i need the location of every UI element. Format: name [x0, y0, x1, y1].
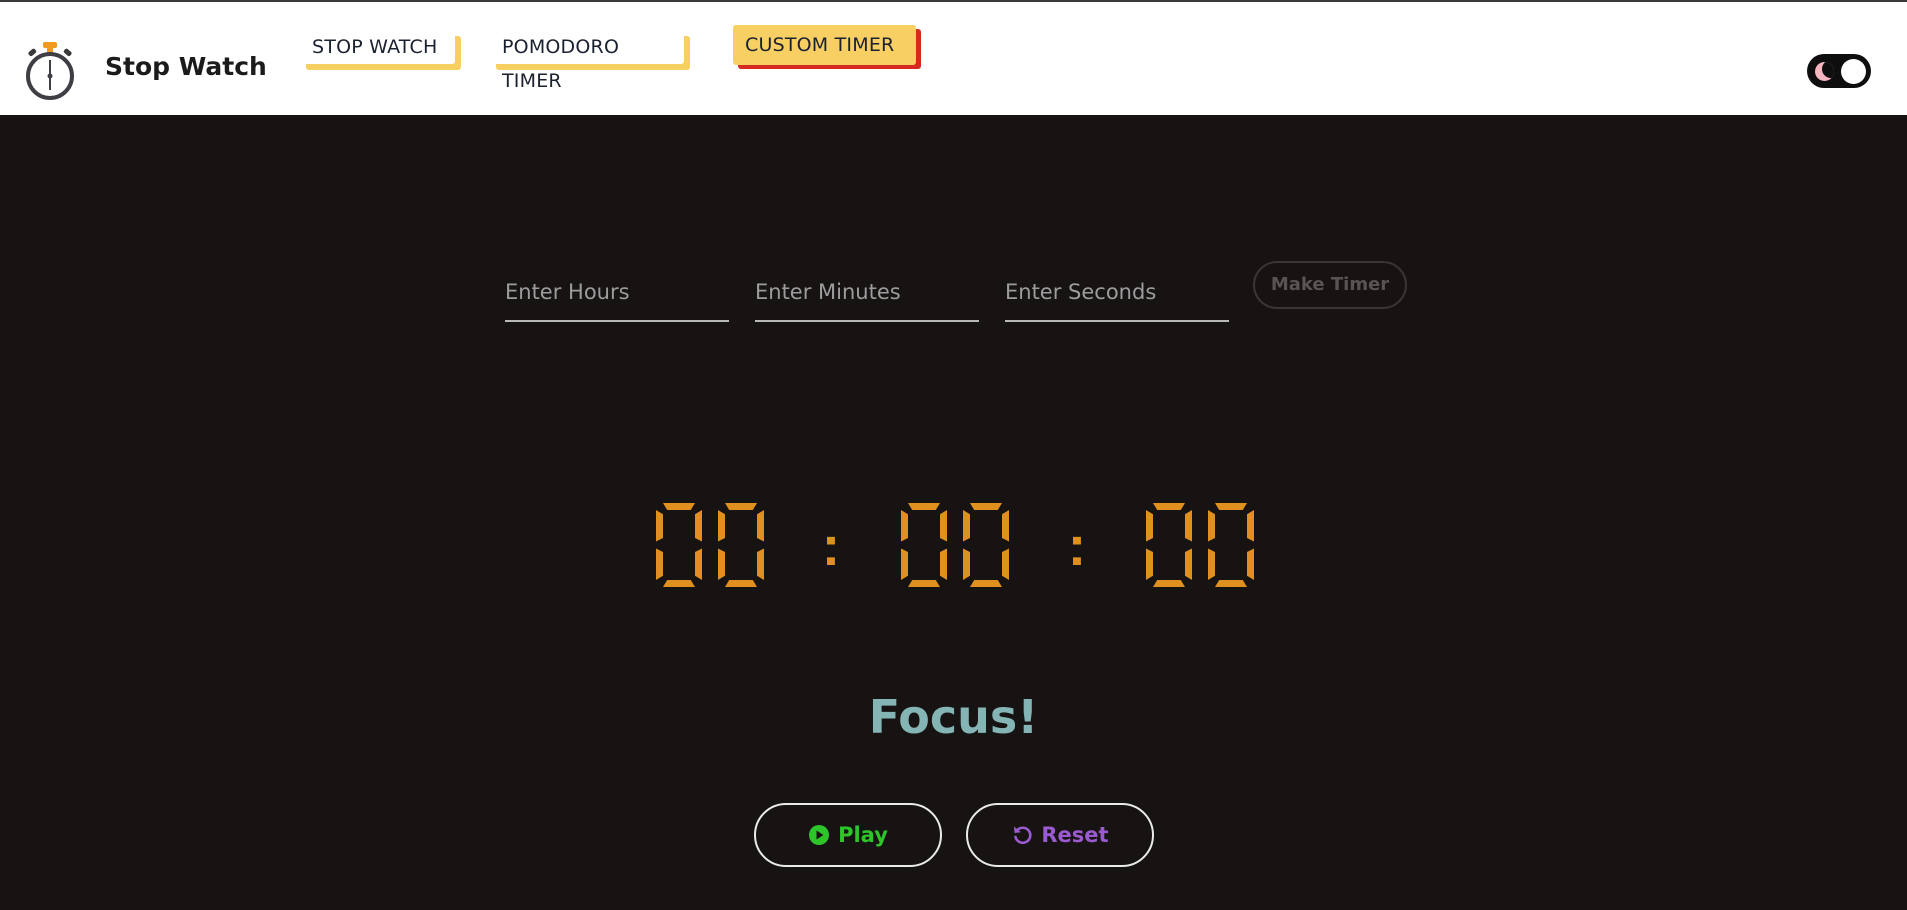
hours-digit — [718, 503, 764, 587]
minutes-digit — [901, 503, 947, 587]
play-button[interactable]: Play — [754, 803, 942, 867]
undo-icon — [1014, 826, 1032, 844]
play-circle-icon — [809, 825, 830, 845]
hours-digit — [656, 503, 702, 587]
seconds-digit — [1208, 503, 1254, 587]
seconds-digit — [1146, 503, 1192, 587]
reset-button[interactable]: Reset — [966, 803, 1154, 867]
status-text: Focus! — [868, 690, 1039, 744]
play-label: Play — [838, 823, 888, 847]
minutes-digit — [963, 503, 1009, 587]
colon-separator: : — [1068, 514, 1087, 577]
colon-separator: : — [822, 514, 841, 577]
timer-digits: :: — [656, 503, 1254, 587]
reset-label: Reset — [1041, 823, 1109, 847]
